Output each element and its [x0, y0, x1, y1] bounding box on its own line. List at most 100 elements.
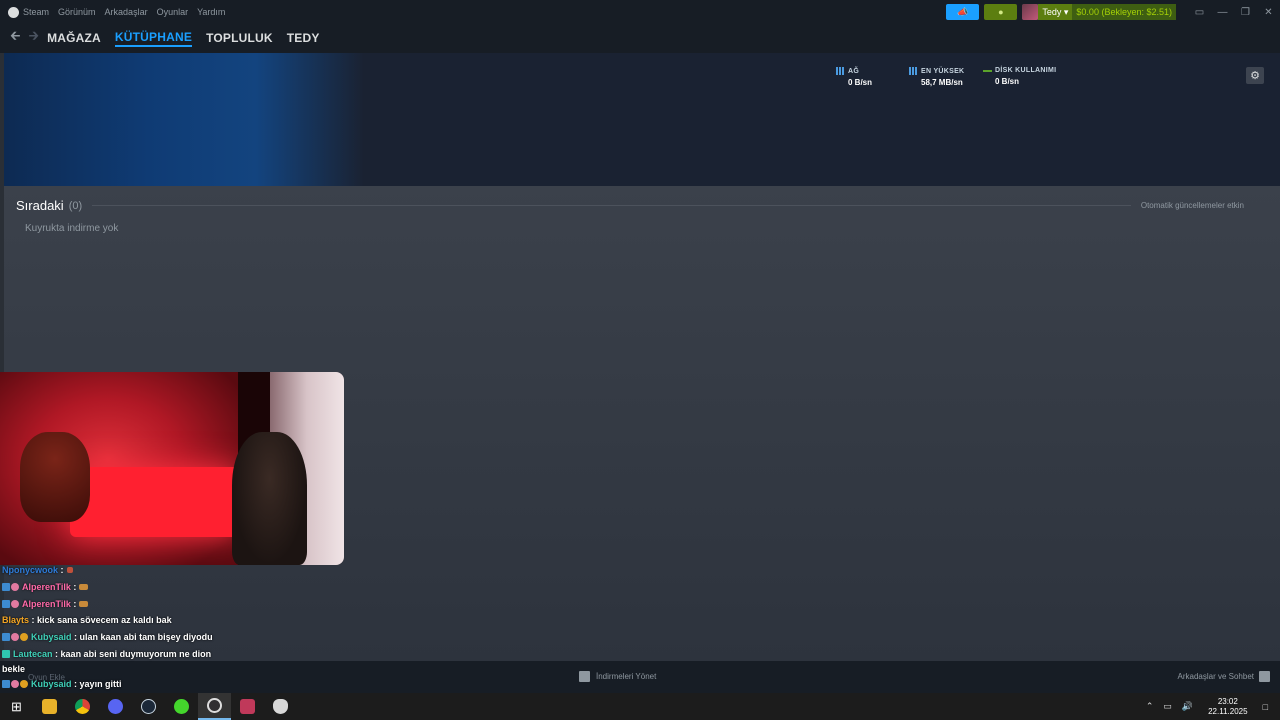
stat-peak-value: 58,7 MB/sn — [921, 78, 963, 87]
badge-icon — [2, 583, 10, 592]
megaphone-icon: 📣 — [957, 6, 969, 17]
windows-taskbar: ⊞ ⌃ ▭ 🔊 23:02 22.11.2025 □ — [0, 693, 1280, 720]
shield-icon[interactable] — [264, 693, 297, 720]
chat-overlay: Nponycwook : AlperenTilk : AlperenTilk :… — [2, 562, 422, 693]
chat-line: Lautecan : kaan abi seni duymuyorum ne d… — [2, 645, 422, 662]
nav-community[interactable]: TOPLULUK — [206, 31, 273, 45]
avatar — [1022, 4, 1039, 20]
back-arrow-icon[interactable]: 🡰 — [10, 27, 21, 49]
chat-message: ulan kaan abi tam bişey diyodu — [79, 632, 213, 643]
chat-nick: Kubysaid — [31, 632, 72, 643]
navbar: 🡰 🡲 MAĞAZA KÜTÜPHANE TOPLULUK TEDY — [0, 24, 1280, 52]
minimize-icon[interactable]: — — [1211, 7, 1234, 18]
windows-start-icon[interactable]: ⊞ — [0, 693, 33, 720]
menu-friends[interactable]: Arkadaşlar — [105, 7, 148, 17]
menu-view[interactable]: Görünüm — [58, 7, 96, 17]
queue-title: Sıradaki — [16, 198, 64, 213]
stat-peak: EN YÜKSEK 58,7 MB/sn — [909, 67, 964, 87]
chevron-up-icon[interactable]: ⌃ — [1146, 701, 1154, 712]
friends-chat-label: Arkadaşlar ve Sohbet — [1177, 672, 1255, 681]
clock-time: 23:02 — [1217, 696, 1238, 706]
chat-message: kaan abi seni duymuyorum ne dion — [60, 648, 212, 659]
webcam-sofa — [70, 467, 240, 537]
queue-header: Sıradaki (0) Otomatik güncellemeler etki… — [16, 198, 1244, 213]
restore-icon[interactable]: ❐ — [1234, 7, 1257, 18]
chat-line: Blayts : kick sana sövecem az kaldı bak — [2, 612, 422, 629]
manage-downloads-label: İndirmeleri Yönet — [596, 672, 657, 681]
chat-sep: : — [73, 582, 77, 593]
manage-downloads-button[interactable]: İndirmeleri Yönet — [579, 671, 656, 682]
close-icon[interactable]: ✕ — [1257, 7, 1280, 18]
razer-icon[interactable] — [165, 693, 198, 720]
badge-icon — [2, 680, 10, 689]
chat-nick: Kubysaid — [31, 679, 72, 690]
chat-message: kick sana sövecem az kaldı bak — [37, 615, 172, 626]
obs-icon[interactable] — [198, 693, 231, 720]
chat-nick: Blayts — [2, 615, 30, 626]
badge-icon — [11, 633, 19, 642]
volume-icon[interactable]: 🔊 — [1182, 701, 1193, 712]
menu-help[interactable]: Yardım — [197, 7, 225, 17]
friends-chat-button[interactable]: Arkadaşlar ve Sohbet — [1177, 671, 1270, 682]
chat-nick: AlperenTilk — [22, 582, 71, 593]
account-menu[interactable]: Tedy ▾ $0.00 (Bekleyen: $2.51) — [1022, 4, 1176, 20]
badge-icon — [2, 599, 10, 608]
menu-games[interactable]: Oyunlar — [157, 7, 189, 17]
notifications-button[interactable]: ● — [984, 4, 1018, 20]
stat-peak-label: EN YÜKSEK — [921, 67, 965, 75]
nav-library[interactable]: KÜTÜPHANE — [114, 30, 193, 47]
chat-sep: : — [74, 679, 78, 690]
steam-logo-icon — [8, 6, 19, 18]
chat-message: yayın gitti — [79, 679, 122, 690]
badges — [2, 680, 29, 689]
account-name-label: Tedy — [1042, 7, 1062, 17]
badge-icon — [11, 680, 19, 689]
emote-icon — [79, 584, 89, 591]
chat-icon — [1259, 671, 1270, 682]
stat-network-label: AĞ — [848, 67, 860, 75]
badges — [2, 649, 11, 658]
forward-arrow-icon[interactable]: 🡲 — [29, 27, 40, 49]
chat-sep: : — [31, 615, 35, 626]
chat-sep: : — [74, 632, 78, 643]
download-icon — [579, 671, 590, 682]
badges — [2, 633, 29, 642]
chat-line: Nponycwook : — [2, 562, 422, 579]
menu-steam[interactable]: Steam — [8, 6, 50, 18]
bell-icon: ● — [998, 7, 1004, 17]
emote-icon — [66, 567, 73, 574]
steam-taskbar-icon[interactable] — [132, 693, 165, 720]
app-icon[interactable] — [231, 693, 264, 720]
chat-nick: Nponycwook — [2, 565, 59, 576]
chat-sep: : — [55, 648, 59, 659]
nav-profile[interactable]: TEDY — [287, 31, 320, 45]
stat-disk-value: 0 B/sn — [995, 77, 1020, 86]
webcam-person — [232, 432, 307, 565]
network-icon[interactable]: ▭ — [1163, 701, 1172, 712]
top-right-controls: 📣 ● Tedy ▾ $0.00 (Bekleyen: $2.51) ▭ — ❐… — [946, 0, 1280, 24]
big-picture-icon[interactable]: ▭ — [1188, 7, 1211, 18]
badge-icon — [20, 680, 28, 689]
badge-icon — [11, 583, 19, 592]
clock[interactable]: 23:02 22.11.2025 — [1208, 697, 1247, 717]
announcements-button[interactable]: 📣 — [946, 4, 980, 20]
notification-center-icon[interactable]: □ — [1263, 702, 1268, 712]
webcam-overlay — [0, 372, 344, 565]
nav-store[interactable]: MAĞAZA — [47, 31, 101, 45]
chat-nick: AlperenTilk — [22, 598, 71, 609]
network-bar-icon — [836, 67, 845, 75]
badge-icon — [20, 633, 28, 642]
chat-message: bekle — [2, 664, 26, 675]
gear-icon[interactable]: ⚙ — [1246, 67, 1264, 84]
badge-icon — [2, 649, 10, 658]
discord-icon[interactable] — [99, 693, 132, 720]
graph-glow — [4, 53, 364, 186]
file-explorer-icon[interactable] — [33, 693, 66, 720]
wallet-balance: $0.00 (Bekleyen: $2.51) — [1072, 4, 1176, 20]
webcam-teddy — [20, 432, 90, 522]
stat-network-value: 0 B/sn — [848, 78, 873, 87]
chat-sep: : — [60, 565, 64, 576]
menu-steam-label: Steam — [23, 7, 50, 17]
stat-network: AĞ 0 B/sn — [836, 67, 872, 87]
chrome-icon[interactable] — [66, 693, 99, 720]
